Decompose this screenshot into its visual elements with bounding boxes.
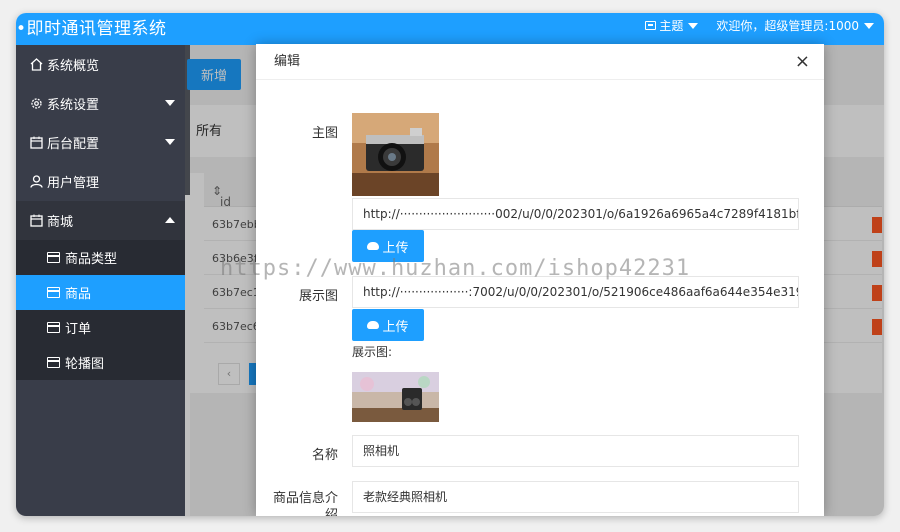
theme-icon xyxy=(645,21,657,30)
sidebar-subitem-orders[interactable]: 订单 xyxy=(16,310,185,345)
dialog-title: 编辑 × xyxy=(256,44,824,80)
header-right: 主题 欢迎你，超级管理员:1000 xyxy=(627,17,874,34)
sidebar-item-label: 后台配置 xyxy=(47,137,100,152)
home-icon xyxy=(29,58,43,72)
calendar-icon xyxy=(29,136,43,150)
table-icon xyxy=(47,357,60,368)
display-image-caption: 展示图: xyxy=(352,345,393,359)
gear-icon xyxy=(29,97,43,111)
chevron-down-icon xyxy=(688,22,699,29)
sidebar-subitem-label: 商品类型 xyxy=(65,252,118,267)
sidebar-item-mall[interactable]: 商城 xyxy=(16,201,185,240)
sidebar-subitem-product[interactable]: 商品 xyxy=(16,275,185,310)
main-image-label: 主图 xyxy=(311,126,338,141)
welcome-text: 欢迎你，超级管理员:1000 xyxy=(716,19,859,33)
sidebar-item-settings[interactable]: 系统设置 xyxy=(16,84,185,123)
cloud-upload-icon xyxy=(367,242,380,250)
intro-label: 商品信息介绍 xyxy=(272,491,338,516)
sidebar: 系统概览 系统设置 后台配置 用户管理 商城 商品类型 商品 订单 轮播图 xyxy=(16,45,185,516)
user-menu[interactable]: 欢迎你，超级管理员:1000 xyxy=(716,17,874,34)
sidebar-subitem-label: 订单 xyxy=(65,322,92,337)
dialog-title-text: 编辑 xyxy=(274,54,301,69)
upload-button-label: 上传 xyxy=(382,319,409,335)
main-image-url-input[interactable]: http://·························002/u/0/… xyxy=(352,198,799,230)
sidebar-item-label: 用户管理 xyxy=(47,176,100,191)
user-icon xyxy=(29,175,43,189)
app-title: •即时通讯管理系统 xyxy=(16,19,167,39)
display-image-upload-button[interactable]: 上传 xyxy=(352,309,424,341)
watermark-text: https://www.huzhan.com/ishop42231 xyxy=(220,256,691,281)
top-header: •即时通讯管理系统 主题 欢迎你，超级管理员:1000 xyxy=(16,13,884,45)
sidebar-subitem-label: 轮播图 xyxy=(65,357,105,372)
theme-menu[interactable]: 主题 xyxy=(645,17,699,34)
sidebar-item-users[interactable]: 用户管理 xyxy=(16,162,185,201)
sidebar-item-label: 系统概览 xyxy=(47,59,100,74)
display-image-preview xyxy=(352,372,439,422)
theme-label: 主题 xyxy=(659,19,684,33)
sidebar-item-overview[interactable]: 系统概览 xyxy=(16,45,185,84)
chevron-down-icon xyxy=(864,22,874,29)
chevron-up-icon xyxy=(165,217,175,223)
cloud-upload-icon xyxy=(367,321,380,329)
sidebar-subitem-carousel[interactable]: 轮播图 xyxy=(16,345,185,380)
sidebar-item-label: 商城 xyxy=(47,215,74,230)
chevron-down-icon xyxy=(165,100,175,106)
intro-input[interactable]: 老款经典照相机 xyxy=(352,481,799,513)
calendar-icon xyxy=(29,214,43,228)
sidebar-subitem-product-type[interactable]: 商品类型 xyxy=(16,240,185,275)
name-input[interactable]: 照相机 xyxy=(352,435,799,467)
close-icon[interactable]: × xyxy=(795,44,810,80)
table-icon xyxy=(47,322,60,333)
main-image-preview xyxy=(352,113,439,196)
table-icon xyxy=(47,252,60,263)
sidebar-item-backend-config[interactable]: 后台配置 xyxy=(16,123,185,162)
name-label: 名称 xyxy=(311,448,338,463)
sidebar-item-label: 系统设置 xyxy=(47,98,100,113)
sidebar-subitem-label: 商品 xyxy=(65,287,92,302)
app-title-text: 即时通讯管理系统 xyxy=(26,19,167,39)
sidebar-submenu-mall: 商品类型 商品 订单 轮播图 xyxy=(16,240,185,380)
display-image-label: 展示图 xyxy=(298,289,338,304)
upload-button-label: 上传 xyxy=(382,240,409,256)
table-icon xyxy=(47,287,60,298)
chevron-down-icon xyxy=(165,139,175,145)
